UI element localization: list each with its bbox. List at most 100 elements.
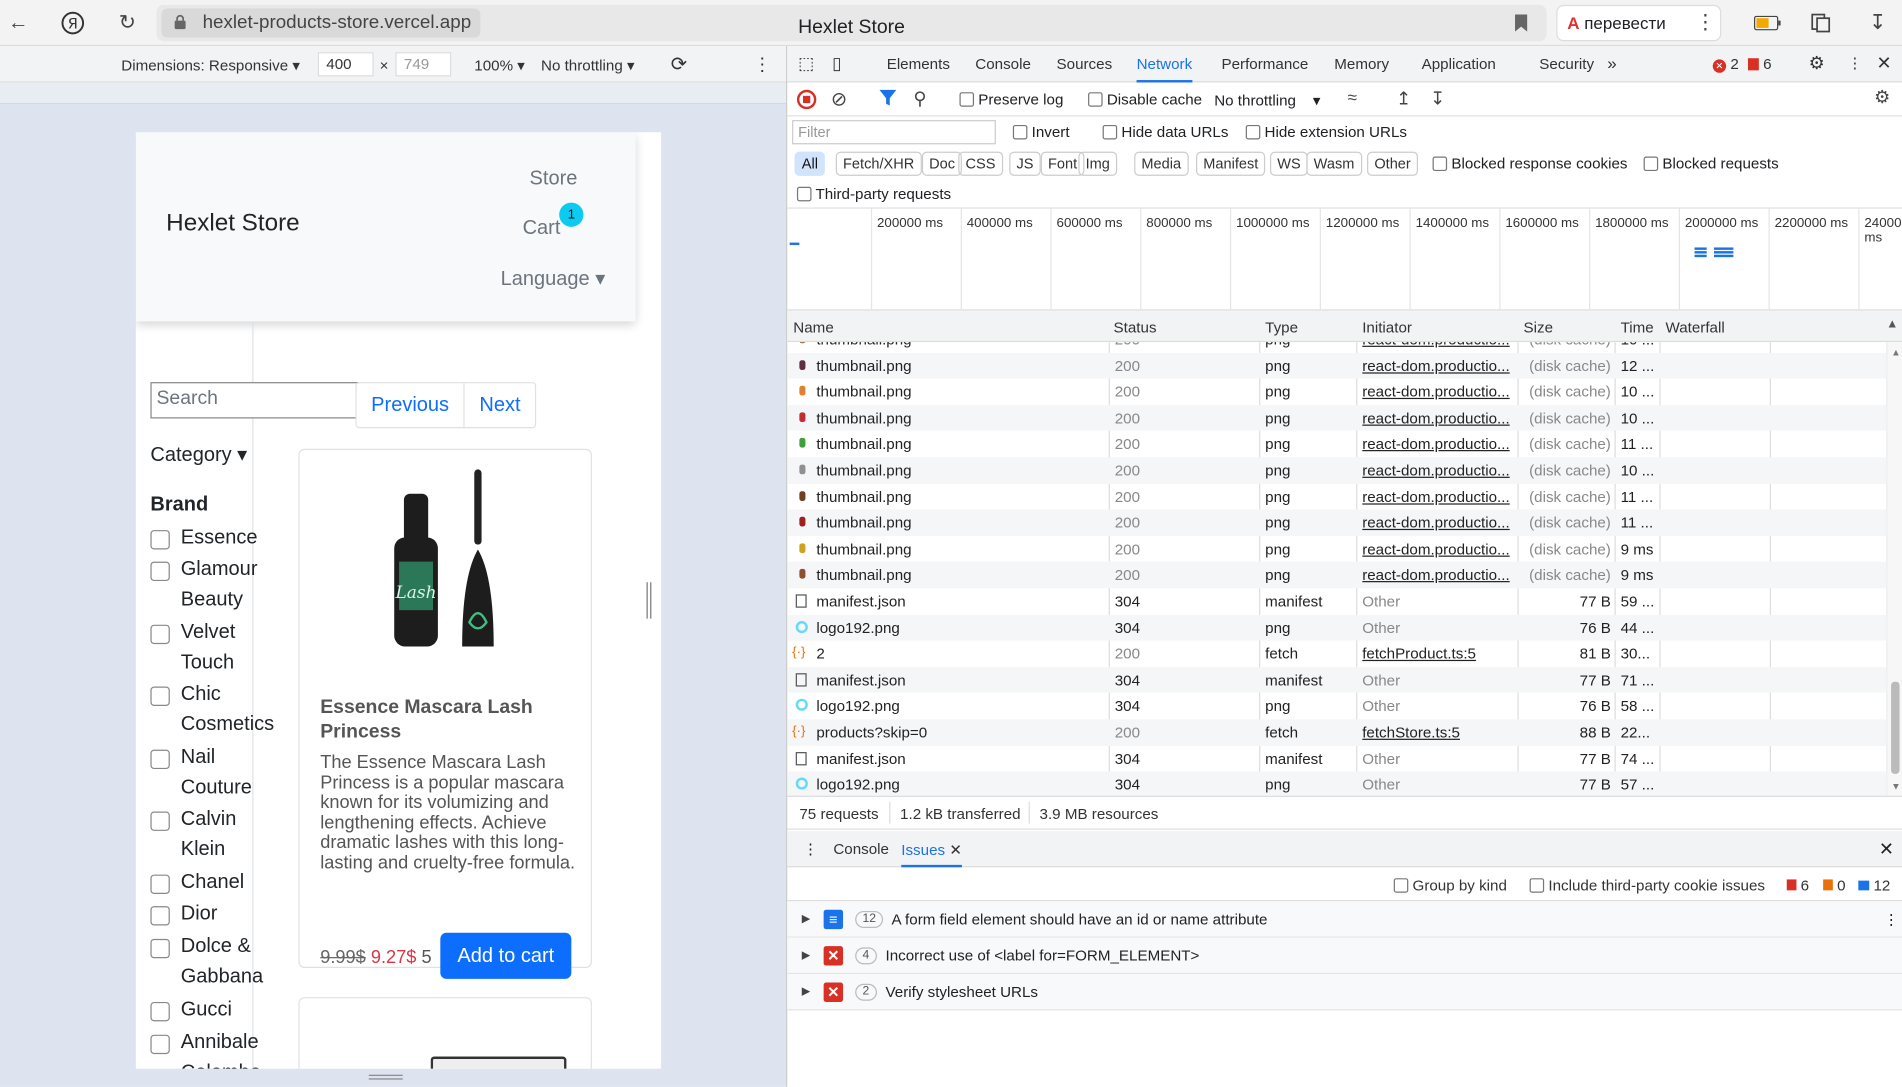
- nav-store-link[interactable]: Store: [530, 167, 578, 190]
- request-row[interactable]: logo192.png 304 png Other 76 B 44 ...: [787, 614, 1887, 641]
- brand-checkbox[interactable]: [150, 874, 170, 894]
- brand-checkbox[interactable]: [150, 686, 170, 706]
- more-vert-icon[interactable]: ⋮: [753, 53, 771, 76]
- third-party-requests-checkbox[interactable]: Third-party requests: [796, 186, 951, 203]
- close-drawer-icon[interactable]: ✕: [1879, 838, 1894, 860]
- back-icon[interactable]: ←: [5, 10, 32, 37]
- type-filter-css[interactable]: CSS: [958, 151, 1003, 176]
- request-row[interactable]: thumbnail.png 200 png react-dom.productio..…: [787, 536, 1886, 562]
- request-row[interactable]: manifest.json 304 manifest Other 77 B 74 ...: [787, 746, 1886, 772]
- filter-icon[interactable]: [879, 89, 897, 111]
- yandex-logo-icon[interactable]: Я: [59, 10, 86, 37]
- column-header-type[interactable]: Type: [1265, 319, 1298, 336]
- request-row[interactable]: manifest.json 304 manifest Other 77 B 59 ...: [787, 588, 1886, 614]
- viewport-resize-handle[interactable]: [643, 582, 655, 619]
- invert-checkbox[interactable]: Invert: [1012, 124, 1070, 141]
- request-row[interactable]: manifest.json 304 manifest Other 77 B 71 ...: [787, 666, 1887, 694]
- record-stop-icon[interactable]: [796, 89, 817, 110]
- request-row[interactable]: thumbnail.png 200 png react-dom.productio..…: [787, 404, 1887, 432]
- network-conditions-icon[interactable]: ≈: [1348, 87, 1357, 106]
- dimensions-dropdown[interactable]: Dimensions: Responsive ▾: [121, 56, 300, 74]
- request-table-scrollbar[interactable]: ▲ ▼: [1886, 342, 1902, 796]
- issue-row[interactable]: ▶ ≡ 12 A form field element should have an …: [787, 901, 1902, 938]
- tab-security[interactable]: Security: [1539, 56, 1594, 73]
- request-initiator-cell[interactable]: react-dom.productio...: [1362, 384, 1512, 401]
- request-row[interactable]: thumbnail.png 200 png react-dom.productio..…: [787, 352, 1887, 379]
- request-row[interactable]: thumbnail.png 200 png react-dom.productio..…: [787, 483, 1886, 509]
- include-third-party-checkbox[interactable]: Include third-party cookie issues: [1529, 877, 1765, 894]
- brand-checkbox[interactable]: [150, 906, 170, 926]
- drawer-tab-issues[interactable]: Issues ✕: [901, 831, 963, 868]
- settings-gear-icon[interactable]: ⚙: [1809, 52, 1825, 74]
- brand-checkbox[interactable]: [150, 938, 170, 959]
- type-filter-doc[interactable]: Doc: [921, 151, 963, 176]
- width-input[interactable]: 400: [317, 52, 374, 77]
- collections-icon[interactable]: [1807, 10, 1834, 37]
- import-har-icon[interactable]: ↥: [1396, 87, 1411, 110]
- export-har-icon[interactable]: ↧: [1430, 87, 1445, 110]
- request-initiator-cell[interactable]: react-dom.productio...: [1362, 357, 1512, 374]
- tab-performance[interactable]: Performance: [1221, 56, 1308, 73]
- request-row[interactable]: logo192.png 304 png Other 76 B 58 ...: [787, 693, 1886, 719]
- request-initiator-cell[interactable]: fetchProduct.ts:5: [1362, 646, 1512, 663]
- blocked-response-cookies-checkbox[interactable]: Blocked response cookies: [1432, 155, 1628, 172]
- media-query-ruler[interactable]: [0, 82, 787, 105]
- more-tabs-button[interactable]: »: [1607, 53, 1616, 72]
- more-vert-icon[interactable]: ⋮: [1692, 10, 1719, 37]
- reload-icon[interactable]: ↻: [114, 10, 141, 37]
- hide-data-urls-checkbox[interactable]: Hide data URLs: [1102, 124, 1228, 141]
- blocked-requests-checkbox[interactable]: Blocked requests: [1643, 155, 1779, 172]
- tab-memory[interactable]: Memory: [1334, 56, 1389, 73]
- disable-cache-checkbox[interactable]: Disable cache: [1088, 91, 1202, 108]
- request-row[interactable]: {·} products?skip=0 200 fetch fetchStore.ts:…: [787, 719, 1887, 746]
- brand-checkbox[interactable]: [150, 1001, 170, 1022]
- request-initiator-cell[interactable]: react-dom.productio...: [1362, 410, 1512, 427]
- type-filter-all[interactable]: All: [794, 151, 826, 176]
- expand-triangle-icon[interactable]: ▶: [802, 985, 810, 998]
- tab-elements[interactable]: Elements: [887, 56, 950, 73]
- request-initiator-cell[interactable]: react-dom.productio...: [1362, 515, 1512, 532]
- request-initiator-cell[interactable]: react-dom.productio...: [1362, 462, 1512, 479]
- clear-icon[interactable]: ⊘: [831, 87, 847, 111]
- inspect-element-icon[interactable]: ⬚: [798, 53, 814, 74]
- brand-checkbox[interactable]: [150, 1034, 170, 1055]
- column-header-initiator[interactable]: Initiator: [1362, 319, 1412, 336]
- request-row[interactable]: {·} 2 200 fetch fetchProduct.ts:5 81 B 30...: [787, 641, 1886, 667]
- throttling-dropdown[interactable]: No throttling ▾: [541, 56, 635, 74]
- issue-menu-icon[interactable]: ⋮: [1884, 910, 1899, 928]
- type-filter-other[interactable]: Other: [1367, 151, 1419, 176]
- site-brand[interactable]: Hexlet Store: [166, 210, 300, 238]
- request-row[interactable]: thumbnail.png 200 png react-dom.productio..…: [787, 562, 1887, 589]
- warning-count-badge[interactable]: 6: [1747, 56, 1772, 73]
- height-input[interactable]: 749: [395, 52, 452, 77]
- brand-checkbox[interactable]: [150, 561, 170, 582]
- rotate-icon[interactable]: ⟳: [671, 52, 687, 76]
- nav-language-dropdown[interactable]: Language ▾: [501, 267, 606, 291]
- tab-application[interactable]: Application: [1422, 56, 1496, 73]
- request-row[interactable]: thumbnail.png 200 png react-dom.productio..…: [787, 379, 1886, 405]
- network-overview-timeline[interactable]: 200000 ms 400000 ms 600000 ms 800000 ms 1000…: [787, 208, 1902, 311]
- type-filter-fetch-xhr[interactable]: Fetch/XHR: [835, 151, 922, 176]
- tab-console[interactable]: Console: [975, 56, 1031, 73]
- request-initiator-cell[interactable]: react-dom.productio...: [1362, 488, 1512, 505]
- close-icon[interactable]: ✕: [1877, 52, 1892, 74]
- network-settings-gear-icon[interactable]: ⚙: [1874, 86, 1890, 108]
- request-row[interactable]: thumbnail.png 200 png react-dom.productio..…: [787, 457, 1887, 484]
- device-toolbar-icon[interactable]: ▯: [832, 53, 841, 74]
- issue-row[interactable]: ▶ ✕ 4 Incorrect use of <label for=FORM_ELEM…: [787, 937, 1902, 975]
- more-vert-icon[interactable]: ⋮: [1847, 53, 1862, 72]
- add-to-cart-button[interactable]: Add to cart: [440, 932, 572, 979]
- type-filter-media[interactable]: Media: [1134, 151, 1189, 176]
- column-header-name[interactable]: Name: [793, 319, 833, 336]
- request-row[interactable]: thumbnail.png 200 png react-dom.productio..…: [787, 431, 1886, 457]
- brand-checkbox[interactable]: [150, 749, 170, 770]
- request-initiator-cell[interactable]: react-dom.productio...: [1362, 541, 1512, 558]
- column-header-status[interactable]: Status: [1114, 319, 1157, 336]
- column-header-size[interactable]: Size: [1524, 319, 1554, 336]
- request-initiator-cell[interactable]: react-dom.productio...: [1362, 342, 1512, 348]
- previous-button[interactable]: Previous: [357, 383, 465, 427]
- brand-checkbox[interactable]: [150, 530, 170, 550]
- tab-network[interactable]: Network: [1136, 56, 1193, 83]
- preserve-log-checkbox[interactable]: Preserve log: [959, 91, 1063, 108]
- drawer-menu-icon[interactable]: ⋮: [803, 839, 818, 858]
